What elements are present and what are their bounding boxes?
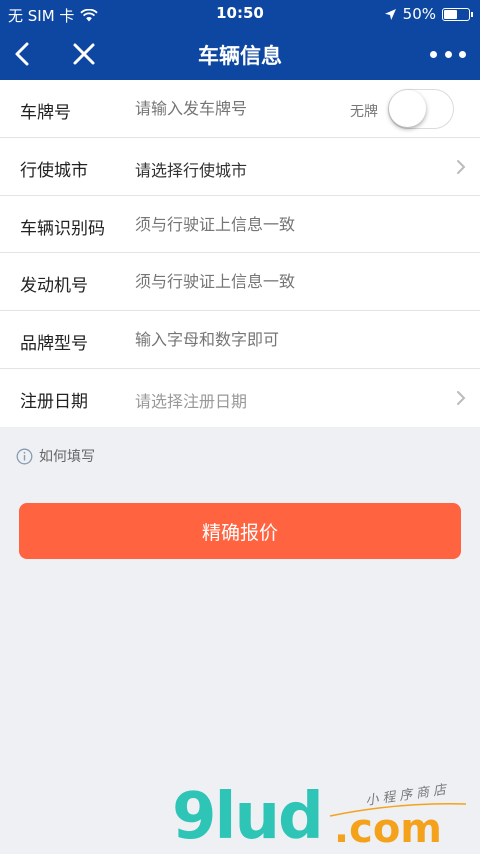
chevron-right-icon bbox=[457, 159, 466, 174]
chevron-right-icon bbox=[457, 390, 466, 405]
brand-model-row: 品牌型号 bbox=[0, 311, 480, 369]
more-button[interactable] bbox=[430, 40, 466, 68]
more-dot-icon bbox=[444, 50, 452, 58]
register-date-label: 注册日期 bbox=[20, 391, 88, 412]
engine-number-row: 发动机号 bbox=[0, 253, 480, 312]
no-plate-toggle[interactable] bbox=[388, 89, 454, 129]
vin-row: 车辆识别码 bbox=[0, 196, 480, 254]
how-to-fill-label: 如何填写 bbox=[39, 449, 95, 465]
register-date-value: 请选择注册日期 bbox=[135, 391, 248, 411]
close-button[interactable] bbox=[68, 38, 100, 70]
status-right: 50% bbox=[384, 5, 473, 23]
precise-quote-button[interactable]: 精确报价 bbox=[19, 503, 461, 559]
nav-bar: 车辆信息 bbox=[0, 28, 480, 80]
watermark-tld: .com bbox=[333, 806, 442, 852]
how-to-fill-link[interactable]: 如何填写 bbox=[16, 446, 95, 466]
vin-input[interactable] bbox=[135, 214, 345, 234]
chevron-left-icon bbox=[15, 42, 29, 66]
more-dot-icon bbox=[430, 50, 437, 58]
plate-number-label: 车牌号 bbox=[20, 103, 71, 123]
battery-icon bbox=[442, 7, 473, 21]
more-dot-icon bbox=[459, 50, 466, 58]
location-arrow-icon bbox=[384, 8, 396, 20]
city-select-value: 请选择行使城市 bbox=[135, 160, 248, 180]
plate-number-row: 车牌号 无牌 bbox=[0, 80, 480, 138]
back-button[interactable] bbox=[8, 38, 38, 70]
info-icon bbox=[16, 448, 33, 464]
close-icon bbox=[73, 43, 95, 65]
no-plate-label: 无牌 bbox=[350, 104, 378, 120]
brand-model-label: 品牌型号 bbox=[20, 334, 88, 355]
vehicle-info-form: 车牌号 无牌 行使城市 请选择行使城市 车辆识别码 发动机号 品牌型号 注册日期… bbox=[0, 80, 480, 427]
status-bar: 无 SIM 卡 10:50 50% bbox=[0, 0, 480, 28]
brand-model-input[interactable] bbox=[135, 330, 345, 350]
register-date-row[interactable]: 注册日期 请选择注册日期 bbox=[0, 369, 480, 427]
battery-percent: 50% bbox=[402, 5, 436, 23]
watermark-brand: 9lud bbox=[172, 780, 324, 854]
city-label: 行使城市 bbox=[20, 160, 88, 181]
toggle-knob bbox=[389, 90, 426, 127]
vin-label: 车辆识别码 bbox=[20, 218, 105, 239]
watermark-logo: 小程序商店 9lud .com bbox=[172, 780, 472, 854]
engine-number-label: 发动机号 bbox=[20, 276, 88, 297]
plate-number-input[interactable] bbox=[135, 99, 345, 118]
engine-number-input[interactable] bbox=[135, 272, 345, 292]
city-row[interactable]: 行使城市 请选择行使城市 bbox=[0, 138, 480, 196]
